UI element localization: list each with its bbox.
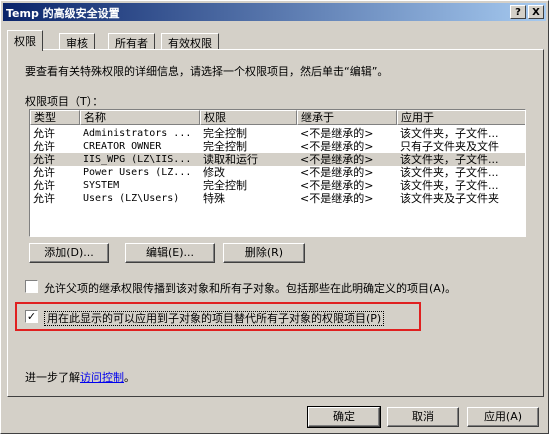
replace-child-permissions-label-wrap: 用在此显示的可以应用到子对象的项目替代所有子对象的权限项目(P) xyxy=(44,310,385,326)
cell-apply-to: 该文件夹，子文件... xyxy=(400,153,499,166)
table-row[interactable]: 允许 Power Users (LZ... 修改 <不是继承的> 该文件夹，子文… xyxy=(30,166,525,179)
tab-permissions[interactable]: 权限 xyxy=(7,30,43,51)
cell-apply-to: 该文件夹，子文件... xyxy=(400,166,499,179)
list-header: 类型 名称 权限 继承于 应用于 xyxy=(30,110,525,125)
cell-permission: 完全控制 xyxy=(203,127,247,140)
cell-type: 允许 xyxy=(33,166,55,179)
cell-apply-to: 该文件夹及子文件夹 xyxy=(400,192,499,205)
table-row[interactable]: 允许 Administrators ... 完全控制 <不是继承的> 该文件夹，… xyxy=(30,127,525,140)
cell-inherited-from: <不是继承的> xyxy=(300,192,374,205)
cell-type: 允许 xyxy=(33,153,55,166)
cell-permission: 完全控制 xyxy=(203,179,247,192)
access-control-link[interactable]: 访问控制 xyxy=(80,371,124,384)
cell-inherited-from: <不是继承的> xyxy=(300,140,374,153)
permission-list-label: 权限项目（T）： xyxy=(25,95,104,108)
cell-name: Users (LZ\Users) xyxy=(83,193,180,204)
apply-button[interactable]: 应用(A) xyxy=(467,407,539,427)
table-row[interactable]: 允许 Users (LZ\Users) 特殊 <不是继承的> 该文件夹及子文件夹 xyxy=(30,192,525,205)
add-button[interactable]: 添加(D)... xyxy=(29,243,109,263)
cell-name: IIS_WPG (LZ\IIS... xyxy=(83,154,192,165)
title-bar[interactable]: Temp 的高级安全设置 ? X xyxy=(3,3,546,21)
column-permission[interactable]: 权限 xyxy=(200,110,297,125)
column-apply-to[interactable]: 应用于 xyxy=(397,110,525,125)
table-row[interactable]: 允许 SYSTEM 完全控制 <不是继承的> 该文件夹，子文件... xyxy=(30,179,525,192)
tab-effective-permissions[interactable]: 有效权限 xyxy=(161,33,219,50)
cell-inherited-from: <不是继承的> xyxy=(300,179,374,192)
cell-permission: 特殊 xyxy=(203,192,225,205)
help-button[interactable]: ? xyxy=(510,5,526,19)
cell-permission: 修改 xyxy=(203,166,225,179)
cell-permission: 读取和运行 xyxy=(203,153,258,166)
cell-name: Power Users (LZ... xyxy=(83,167,192,178)
instruction-text: 要查看有关特殊权限的详细信息，请选择一个权限项目，然后单击“编辑”。 xyxy=(25,65,389,78)
cell-inherited-from: <不是继承的> xyxy=(300,127,374,140)
learn-more-text: 进一步了解访问控制。 xyxy=(25,369,135,385)
cell-type: 允许 xyxy=(33,192,55,205)
cell-type: 允许 xyxy=(33,140,55,153)
cell-apply-to: 该文件夹，子文件... xyxy=(400,179,499,192)
cell-apply-to: 该文件夹，子文件... xyxy=(400,127,499,140)
table-row-selected[interactable]: 允许 IIS_WPG (LZ\IIS... 读取和运行 <不是继承的> 该文件夹… xyxy=(30,153,525,166)
window-title: Temp 的高级安全设置 xyxy=(6,7,120,20)
cell-apply-to: 只有子文件夹及文件 xyxy=(400,140,499,153)
cell-permission: 完全控制 xyxy=(203,140,247,153)
learn-more-suffix: 。 xyxy=(124,371,135,384)
cell-type: 允许 xyxy=(33,127,55,140)
tab-owner[interactable]: 所有者 xyxy=(108,33,155,50)
replace-child-permissions-label: 用在此显示的可以应用到子对象的项目替代所有子对象的权限项目(P) xyxy=(44,311,385,326)
inherit-permissions-label: 允许父项的继承权限传播到该对象和所有子对象。包括那些在此明确定义的项目(A)。 xyxy=(44,282,457,295)
cell-inherited-from: <不是继承的> xyxy=(300,166,374,179)
column-name[interactable]: 名称 xyxy=(80,110,200,125)
edit-button[interactable]: 编辑(E)... xyxy=(125,243,215,263)
learn-more-prefix: 进一步了解 xyxy=(25,371,80,384)
column-inherited-from[interactable]: 继承于 xyxy=(297,110,397,125)
cell-name: CREATOR OWNER xyxy=(83,141,162,152)
cancel-button[interactable]: 取消 xyxy=(387,407,459,427)
cell-type: 允许 xyxy=(33,179,55,192)
table-row[interactable]: 允许 CREATOR OWNER 完全控制 <不是继承的> 只有子文件夹及文件 xyxy=(30,140,525,153)
permission-entries-list[interactable]: 类型 名称 权限 继承于 应用于 允许 Administrators ... 完… xyxy=(29,109,526,237)
security-settings-window: Temp 的高级安全设置 ? X 权限 审核 所有者 有效权限 要查看有关特殊权… xyxy=(0,0,549,434)
cell-name: Administrators ... xyxy=(83,128,192,139)
remove-button[interactable]: 删除(R) xyxy=(223,243,305,263)
inherit-permissions-checkbox[interactable] xyxy=(25,280,38,293)
replace-child-permissions-checkbox[interactable]: ✓ xyxy=(25,310,38,323)
column-type[interactable]: 类型 xyxy=(30,110,80,125)
close-button[interactable]: X xyxy=(528,5,544,19)
tab-auditing[interactable]: 审核 xyxy=(59,33,95,50)
cell-inherited-from: <不是继承的> xyxy=(300,153,374,166)
ok-button[interactable]: 确定 xyxy=(307,406,381,428)
cell-name: SYSTEM xyxy=(83,180,120,191)
